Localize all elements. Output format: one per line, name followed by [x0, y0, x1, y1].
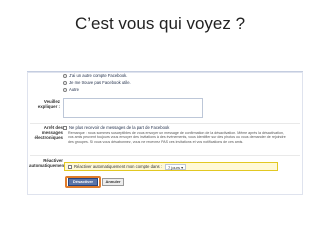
- email-optout-note: Remarque : nous sommes susceptibles de v…: [68, 131, 286, 144]
- section-divider: [30, 123, 300, 124]
- reason-option-label: Je me trouve pas Facebook utile.: [69, 80, 131, 85]
- chevron-down-icon: ▾: [181, 164, 184, 170]
- section-divider: [30, 155, 300, 156]
- cancel-button[interactable]: Annuler: [102, 178, 124, 186]
- email-optout-checkbox-label: Ne plus recevoir de messages de la part …: [69, 125, 170, 130]
- email-optout-option[interactable]: Ne plus recevoir de messages de la part …: [63, 125, 169, 130]
- email-optout-label: Arrêt des messages électroniques: [34, 125, 63, 141]
- reason-option-label: J’ai un autre compte Facebook.: [69, 73, 128, 78]
- reactivate-checkbox[interactable]: [68, 164, 72, 169]
- radio-button[interactable]: [63, 87, 67, 92]
- reactivate-label: Réactiver automatiquement: [29, 158, 66, 169]
- deactivate-button[interactable]: Désactiver: [68, 178, 98, 186]
- explain-label: Veuillez expliquer :: [37, 99, 60, 110]
- explain-textarea[interactable]: [63, 98, 203, 118]
- email-optout-checkbox[interactable]: [63, 125, 67, 130]
- reason-option-not-useful[interactable]: Je me trouve pas Facebook utile.: [63, 80, 131, 85]
- reactivate-checkbox-label: Réactiver automatiquement mon compte dan…: [74, 163, 162, 169]
- reason-option-label: Autre: [69, 87, 80, 92]
- panel-top-border: [27, 71, 303, 72]
- radio-button[interactable]: [63, 73, 67, 78]
- reason-option-other[interactable]: Autre: [63, 87, 79, 92]
- reactivate-notice-box: Réactiver automatiquement mon compte dan…: [64, 162, 278, 171]
- reactivate-days-select[interactable]: 7 jours ▾: [164, 163, 187, 170]
- reason-option-other-account[interactable]: J’ai un autre compte Facebook.: [63, 73, 127, 78]
- radio-button[interactable]: [63, 80, 67, 85]
- slide-title: C’est vous qui voyez ?: [74, 14, 246, 33]
- reactivate-days-value: 7 jours: [167, 164, 180, 170]
